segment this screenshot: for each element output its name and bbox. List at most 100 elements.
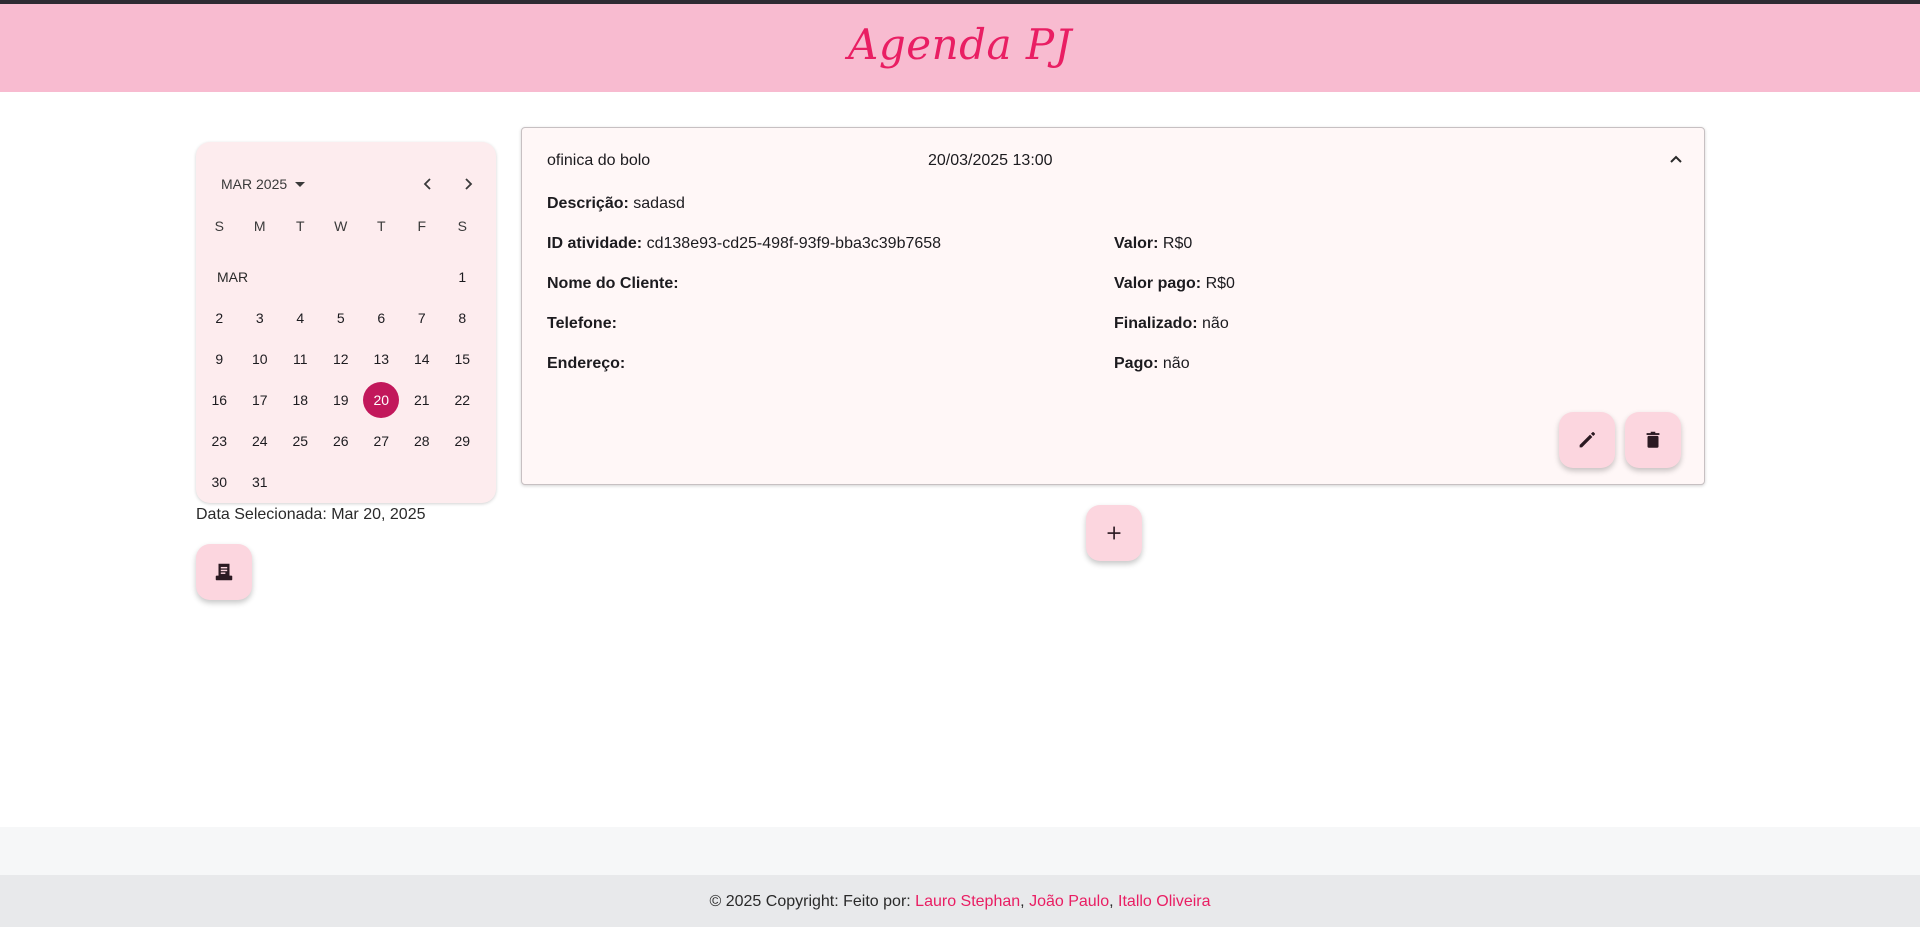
empty-day-cell xyxy=(402,256,443,297)
calendar-day[interactable]: 3 xyxy=(240,297,281,338)
weekday-label: S xyxy=(457,218,467,234)
client-name-field: Nome do Cliente: xyxy=(547,275,679,293)
calendar-day-number: 27 xyxy=(373,432,390,449)
trash-icon xyxy=(1646,431,1660,448)
weekday-header: S M T W T F S xyxy=(199,218,493,234)
calendar-day-number: 14 xyxy=(413,350,430,367)
calendar-day[interactable]: 17 xyxy=(240,379,281,420)
empty-day-cell xyxy=(321,256,362,297)
calendar-day-selected[interactable]: 20 xyxy=(361,379,402,420)
calendar-day[interactable]: 15 xyxy=(442,338,483,379)
calendar-day[interactable]: 6 xyxy=(361,297,402,338)
next-month-button[interactable] xyxy=(454,170,482,198)
calendar-day-number: 31 xyxy=(251,473,268,490)
calendar-day[interactable]: 13 xyxy=(361,338,402,379)
page-footer: © 2025 Copyright: Feito por: Lauro Steph… xyxy=(0,875,1920,927)
value-amount: R$0 xyxy=(1162,235,1193,252)
previous-month-button[interactable] xyxy=(414,170,442,198)
calendar-day-number: 10 xyxy=(251,350,268,367)
weekday-label: M xyxy=(253,218,266,234)
add-activity-button[interactable] xyxy=(1086,505,1142,561)
calendar-day-number: 21 xyxy=(413,391,430,408)
separator: , xyxy=(1020,893,1025,910)
calendar-day-number: 29 xyxy=(454,432,471,449)
calendar-day[interactable]: 27 xyxy=(361,420,402,461)
activity-id-label: ID atividade: xyxy=(547,235,643,252)
calendar-day[interactable]: 30 xyxy=(199,461,240,502)
weekday-label: F xyxy=(417,218,427,234)
calendar-day[interactable]: 4 xyxy=(280,297,321,338)
separator: , xyxy=(1109,893,1114,910)
receipt-icon xyxy=(215,563,233,581)
calendar-day-number: 30 xyxy=(211,473,228,490)
plus-icon xyxy=(1107,526,1121,540)
calendar-day[interactable]: 10 xyxy=(240,338,281,379)
calendar-day[interactable]: 14 xyxy=(402,338,443,379)
calendar-header: MAR 2025 xyxy=(196,142,496,202)
delete-activity-button[interactable] xyxy=(1625,412,1681,468)
value-field: Valor: R$0 xyxy=(1114,235,1192,253)
pencil-icon xyxy=(1579,432,1595,448)
calendar-day[interactable]: 8 xyxy=(442,297,483,338)
calendar-day[interactable]: 18 xyxy=(280,379,321,420)
paid-value: não xyxy=(1162,355,1190,372)
weekday-label: W xyxy=(334,218,348,234)
paid-value-field: Valor pago: R$0 xyxy=(1114,275,1235,293)
calendar-day[interactable]: 22 xyxy=(442,379,483,420)
calendar-day[interactable]: 25 xyxy=(280,420,321,461)
calendar-day[interactable]: 12 xyxy=(321,338,362,379)
calendar-day[interactable]: 5 xyxy=(321,297,362,338)
paid-value-label: Valor pago: xyxy=(1114,275,1202,292)
calendar-day[interactable]: 16 xyxy=(199,379,240,420)
calendar-day-number: 8 xyxy=(458,309,467,326)
calendar-day[interactable]: 7 xyxy=(402,297,443,338)
calendar-day[interactable]: 11 xyxy=(280,338,321,379)
calendar-day[interactable]: 26 xyxy=(321,420,362,461)
calendar-day-number: 4 xyxy=(296,309,305,326)
author-link-itallo[interactable]: Itallo Oliveira xyxy=(1118,893,1210,910)
paid-value-amount: R$0 xyxy=(1205,275,1235,292)
weekday-label: S xyxy=(214,218,224,234)
month-year-selector[interactable]: MAR 2025 xyxy=(221,176,306,192)
calendar-day[interactable]: 31 xyxy=(240,461,281,502)
calendar-day-number: 9 xyxy=(215,350,224,367)
calendar-day-number: 24 xyxy=(251,432,268,449)
edit-activity-button[interactable] xyxy=(1559,412,1615,468)
calendar-day[interactable]: 24 xyxy=(240,420,281,461)
author-link-lauro[interactable]: Lauro Stephan xyxy=(915,893,1020,910)
chevron-right-icon xyxy=(465,178,473,190)
caret-down-icon xyxy=(295,181,306,187)
footer-spacer xyxy=(0,827,1920,875)
calendar-day-number: 5 xyxy=(336,309,345,326)
calendar-day[interactable]: 23 xyxy=(199,420,240,461)
calendar-day[interactable]: 29 xyxy=(442,420,483,461)
calendar-day[interactable]: 28 xyxy=(402,420,443,461)
calendar-day-number: 28 xyxy=(413,432,430,449)
calendar-day[interactable]: 1 xyxy=(442,256,483,297)
client-name-label: Nome do Cliente: xyxy=(547,275,679,292)
author-link-joao[interactable]: João Paulo xyxy=(1029,893,1109,910)
calendar-day-number: 12 xyxy=(332,350,349,367)
calendar-day-number: 16 xyxy=(211,391,228,408)
calendar-day-number: 22 xyxy=(454,391,471,408)
calendar-day-number: 26 xyxy=(332,432,349,449)
address-label: Endereço: xyxy=(547,355,626,372)
calendar-day[interactable]: 19 xyxy=(321,379,362,420)
calendar-day[interactable]: 2 xyxy=(199,297,240,338)
calendar-day[interactable]: 21 xyxy=(402,379,443,420)
calendar-day-number: 11 xyxy=(292,350,308,367)
calendar-day-number: 25 xyxy=(292,432,309,449)
report-button[interactable] xyxy=(196,544,252,600)
address-field: Endereço: xyxy=(547,355,625,373)
calendar-day[interactable]: 9 xyxy=(199,338,240,379)
activity-name: ofinica do bolo xyxy=(547,152,651,169)
grid-month-label: MAR xyxy=(217,268,249,285)
phone-label: Telefone: xyxy=(547,315,617,332)
description-label: Descrição: xyxy=(547,195,629,212)
calendar-day-number: 2 xyxy=(215,309,224,326)
app-title: Agenda PJ xyxy=(848,20,1072,69)
collapse-button[interactable] xyxy=(1664,148,1688,172)
calendar-day-number: 15 xyxy=(454,350,471,367)
description-value: sadasd xyxy=(633,195,685,212)
calendar-day-number: 19 xyxy=(332,391,349,408)
